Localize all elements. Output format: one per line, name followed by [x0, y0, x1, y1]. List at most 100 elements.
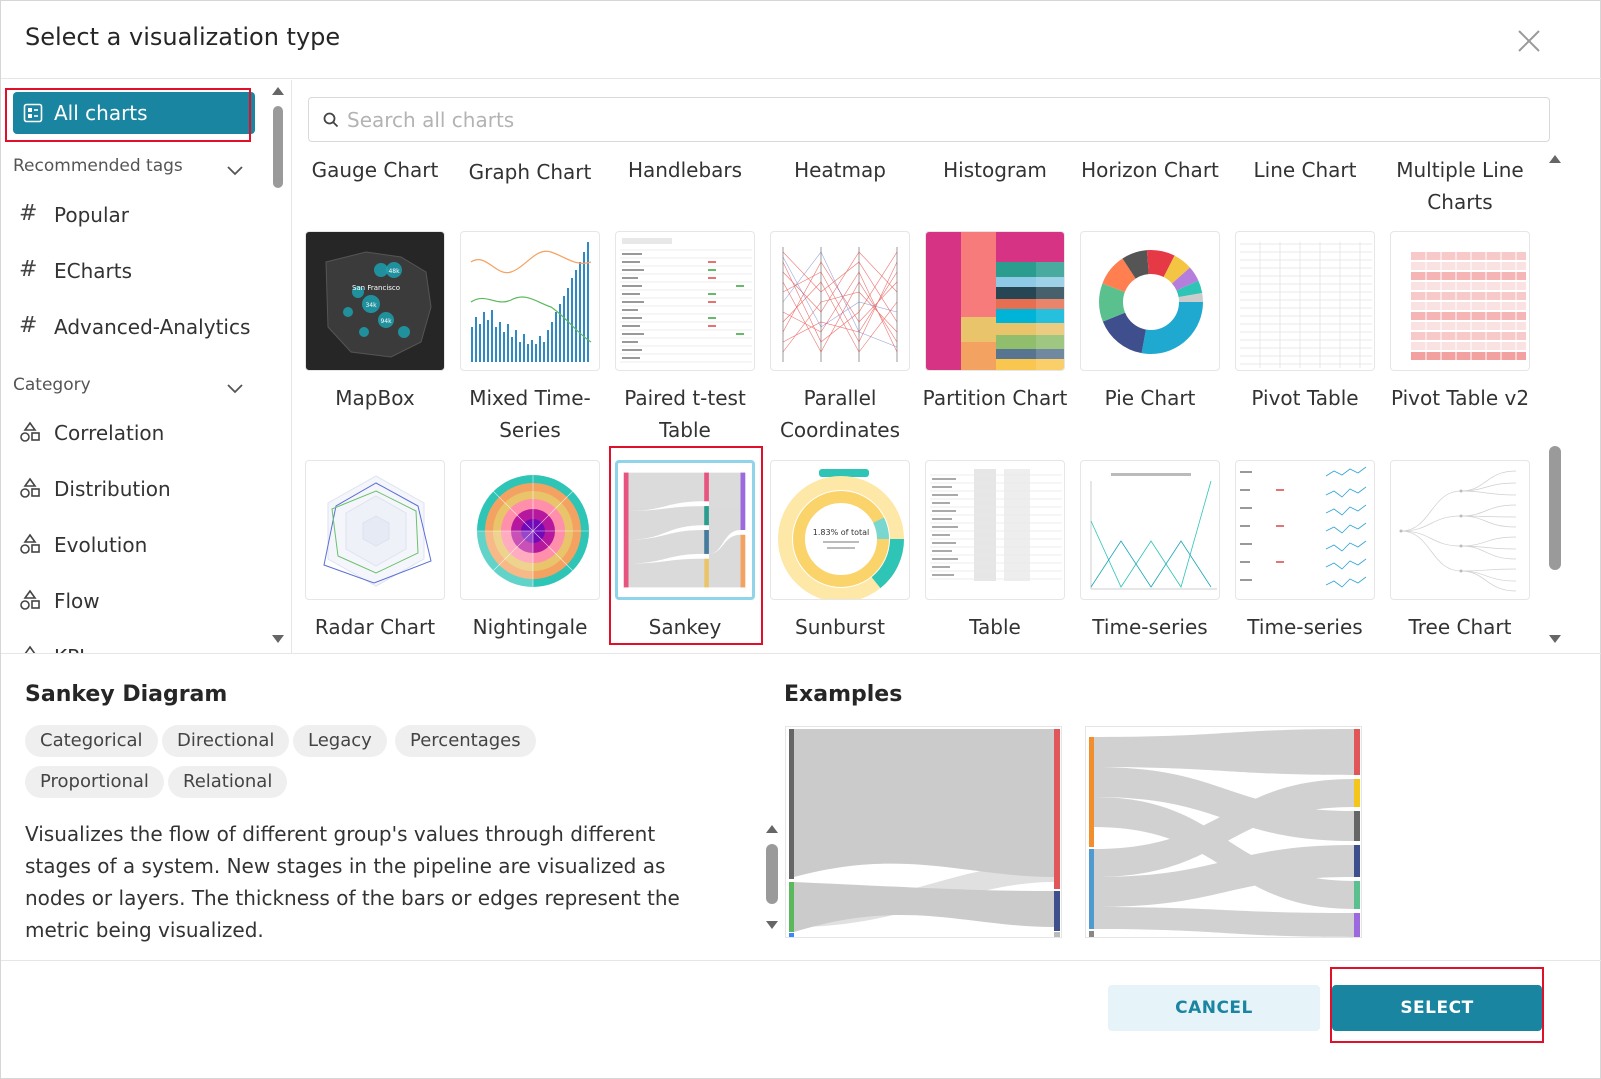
example-image[interactable]	[1085, 726, 1362, 938]
chart-tile-nightingale[interactable]: Nightingale	[455, 459, 605, 649]
chart-thumbnail	[615, 460, 755, 600]
scroll-up-arrow-icon[interactable]	[1548, 152, 1562, 164]
chart-tile-sunburst[interactable]: 1.83% of total Sunburst	[765, 459, 915, 649]
chart-thumbnail	[615, 231, 755, 371]
search-input[interactable]	[347, 106, 1527, 134]
chart-tile-sankey[interactable]: Sankey	[610, 459, 760, 649]
close-icon[interactable]	[1513, 25, 1545, 57]
sidebar-item-label: Advanced-Analytics	[54, 315, 251, 339]
modal-title: Select a visualization type	[25, 23, 341, 51]
sidebar-item-label: KPI	[54, 645, 85, 653]
example-image[interactable]	[785, 726, 1062, 938]
chart-tile-parallel-coordinates[interactable]: Parallel Coordinates	[765, 230, 915, 450]
chart-thumbnail	[305, 460, 445, 600]
chart-tile-tree[interactable]: Tree Chart	[1385, 459, 1535, 649]
chart-name: Pivot Table v2	[1390, 386, 1530, 410]
sidebar-item-popular[interactable]: # Popular	[19, 196, 259, 236]
chart-detail-title: Sankey Diagram	[25, 682, 228, 707]
sidebar-item-kpi[interactable]: KPI	[19, 638, 259, 653]
chevron-down-icon[interactable]	[225, 160, 245, 180]
select-button[interactable]: SELECT	[1332, 985, 1542, 1031]
chart-tile-mapbox[interactable]: San Francisco 34k 48k 94k MapBox	[300, 230, 450, 450]
sidebar-item-label: Evolution	[54, 533, 148, 557]
hash-icon: #	[19, 257, 38, 282]
sidebar-item-label: Flow	[54, 589, 100, 613]
recommended-tags-header[interactable]: Recommended tags	[13, 156, 183, 176]
sidebar-item-flow[interactable]: Flow	[19, 582, 259, 622]
shapes-icon	[19, 477, 41, 499]
tag-chip: Relational	[168, 766, 288, 798]
scrollbar-thumb[interactable]	[766, 844, 778, 904]
scroll-down-arrow-icon[interactable]	[1548, 634, 1562, 646]
chart-thumbnail	[1235, 231, 1375, 371]
chart-details-panel: Sankey Diagram Categorical Directional L…	[1, 653, 1601, 961]
sidebar-item-evolution[interactable]: Evolution	[19, 526, 259, 566]
sidebar-item-correlation[interactable]: Correlation	[19, 414, 259, 454]
tag-chip: Percentages	[395, 725, 536, 757]
chart-name: Sunburst	[795, 615, 885, 639]
chart-tile-table[interactable]: Table	[920, 459, 1070, 649]
examples-title: Examples	[784, 682, 903, 707]
sidebar-item-label: Correlation	[54, 421, 165, 445]
sidebar-item-label: All charts	[54, 101, 148, 125]
category-header[interactable]: Category	[13, 375, 91, 395]
scroll-down-arrow-icon[interactable]	[765, 920, 779, 932]
sunburst-center-label: 1.83% of total	[813, 528, 870, 537]
scroll-down-arrow-icon[interactable]	[271, 634, 285, 646]
chart-name: Line Chart	[1253, 158, 1357, 182]
tag-chip: Directional	[162, 725, 290, 757]
scrollbar-thumb[interactable]	[1549, 446, 1561, 570]
chart-tile-timeseries-2[interactable]: Time-series	[1230, 459, 1380, 649]
chart-thumbnail	[1390, 231, 1530, 371]
sidebar-item-distribution[interactable]: Distribution	[19, 470, 259, 510]
chart-description: Visualizes the flow of different group's…	[25, 822, 680, 942]
chart-tile-timeseries-1[interactable]: Time-series	[1075, 459, 1225, 649]
chevron-down-icon[interactable]	[225, 378, 245, 398]
sidebar-item-label: ECharts	[54, 259, 133, 283]
hash-icon: #	[19, 201, 38, 226]
sidebar-scrollbar[interactable]	[269, 84, 287, 646]
chart-thumbnail: 1.83% of total	[770, 460, 910, 600]
scrollbar-thumb[interactable]	[273, 106, 283, 188]
details-scrollbar[interactable]	[764, 822, 780, 934]
chart-name: Partition Chart	[922, 386, 1068, 410]
chart-name: Time-series	[1092, 615, 1208, 639]
cancel-button[interactable]: CANCEL	[1108, 985, 1320, 1031]
map-count-label: 34k	[365, 302, 377, 309]
chart-thumbnail: San Francisco 34k 48k 94k	[305, 231, 445, 371]
shapes-icon	[19, 589, 41, 611]
chart-tile-partition[interactable]: Partition Chart	[920, 230, 1070, 450]
chart-thumbnail	[770, 231, 910, 371]
map-side-count-label: 94k	[380, 318, 392, 325]
chart-tile-pie[interactable]: Pie Chart	[1075, 230, 1225, 450]
chart-thumbnail	[1390, 460, 1530, 600]
chart-tile-mixed-timeseries[interactable]: Mixed Time-Series	[455, 230, 605, 450]
sidebar-item-echarts[interactable]: # ECharts	[19, 252, 259, 292]
chart-tile-radar[interactable]: Radar Chart	[300, 459, 450, 649]
chart-tile-pivot-table[interactable]: Pivot Table	[1230, 230, 1380, 450]
chart-tile-handlebars[interactable]: Handlebars	[610, 154, 760, 224]
chart-tile-histogram[interactable]: Histogram	[920, 154, 1070, 224]
chart-tile-heatmap[interactable]: Heatmap	[765, 154, 915, 224]
gallery-scrollbar[interactable]	[1546, 152, 1564, 652]
scroll-up-arrow-icon[interactable]	[271, 84, 285, 96]
chart-name: Multiple Line Charts	[1396, 158, 1524, 214]
chart-name: Table	[969, 615, 1021, 639]
chart-tile-multiple-line[interactable]: Multiple Line Charts	[1385, 154, 1535, 224]
scroll-up-arrow-icon[interactable]	[765, 822, 779, 834]
search-box[interactable]	[308, 97, 1550, 142]
chart-tile-pivot-table-v2[interactable]: Pivot Table v2	[1385, 230, 1535, 450]
sidebar-item-all-charts[interactable]: All charts	[13, 92, 255, 134]
chart-thumbnail	[460, 231, 600, 371]
sidebar-item-label: Distribution	[54, 477, 171, 501]
sidebar-item-advanced-analytics[interactable]: # Advanced-Analytics	[19, 308, 259, 348]
chart-tile-gauge[interactable]: Gauge Chart	[300, 154, 450, 224]
chart-name: MapBox	[335, 386, 415, 410]
chart-name: Graph Chart	[468, 160, 592, 184]
modal-header: Select a visualization type	[1, 1, 1601, 79]
chart-tile-paired-ttest[interactable]: Paired t-test Table	[610, 230, 760, 450]
chart-tile-graph[interactable]: Graph Chart	[455, 154, 605, 224]
sidebar: All charts Recommended tags # Popular # …	[1, 80, 292, 653]
chart-tile-line[interactable]: Line Chart	[1230, 154, 1380, 224]
chart-tile-horizon[interactable]: Horizon Chart	[1075, 154, 1225, 224]
